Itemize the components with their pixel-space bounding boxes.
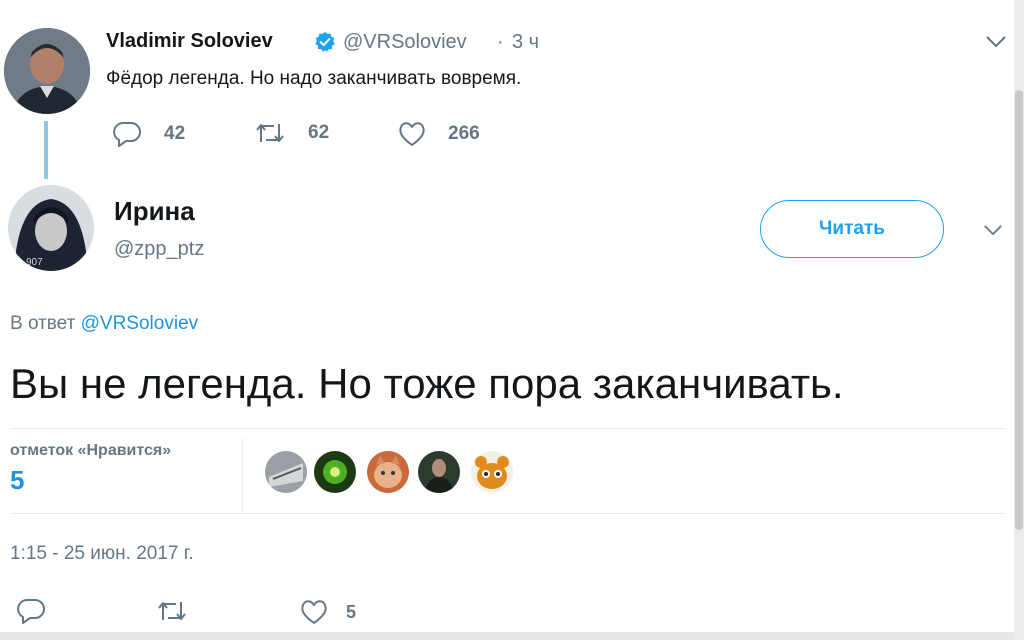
hooded-avatar-icon: 907 xyxy=(8,185,94,271)
reply-to-prefix: В ответ xyxy=(10,313,76,334)
reply-icon xyxy=(113,122,141,147)
parent-like-count: 266 xyxy=(448,123,480,144)
liker-avatar-1[interactable] xyxy=(265,451,307,493)
parent-retweet-count: 62 xyxy=(308,122,330,143)
follow-button[interactable]: Читать xyxy=(760,200,944,258)
divider-top xyxy=(10,428,1006,429)
reply-author-handle[interactable]: @zpp_ptz xyxy=(114,238,204,261)
parent-reply-action[interactable]: 42 xyxy=(112,121,185,147)
reply-chevron-down-icon[interactable] xyxy=(983,224,1003,242)
reply-reply-action[interactable] xyxy=(16,598,68,624)
svg-text:907: 907 xyxy=(26,257,43,268)
reply-like-count: 5 xyxy=(346,601,357,622)
reply-timestamp[interactable]: 1:15 - 25 июн. 2017 г. xyxy=(10,543,194,565)
avatar-silhouette-icon xyxy=(4,28,90,114)
thread-connector-line xyxy=(44,121,48,179)
reply-author-avatar[interactable]: 907 xyxy=(8,185,94,271)
reply-retweet-action[interactable] xyxy=(156,599,210,623)
retweet-icon xyxy=(158,602,186,620)
vertical-scrollbar-thumb[interactable] xyxy=(1015,90,1023,530)
liker-avatar-4[interactable] xyxy=(418,451,460,493)
divider-middle xyxy=(10,513,1006,514)
likes-stat-count: 5 xyxy=(10,465,25,495)
parent-like-action[interactable]: 266 xyxy=(398,121,480,147)
parent-author-avatar[interactable] xyxy=(4,28,90,114)
retweet-icon xyxy=(256,124,284,142)
like-icon xyxy=(399,122,425,146)
verified-badge-icon xyxy=(314,31,336,58)
reply-author-name[interactable]: Ирина xyxy=(114,196,195,227)
liker-avatar-5[interactable] xyxy=(471,451,513,493)
parent-tweet-text: Фёдор легенда. Но надо заканчивать вовре… xyxy=(106,68,522,89)
parent-reply-count: 42 xyxy=(164,123,186,144)
parent-retweet-action[interactable]: 62 xyxy=(254,121,329,145)
parent-tweet-time[interactable]: 3 ч xyxy=(512,31,539,54)
reply-to-handle-link[interactable]: @VRSoloviev xyxy=(81,313,199,334)
vertical-scrollbar[interactable] xyxy=(1014,0,1024,640)
stats-vertical-divider xyxy=(242,438,243,512)
horizontal-scrollbar[interactable] xyxy=(0,632,1014,640)
reply-icon xyxy=(17,599,45,624)
liker-avatar-3[interactable] xyxy=(367,451,409,493)
parent-author-name[interactable]: Vladimir Soloviev xyxy=(106,30,273,53)
like-icon xyxy=(301,600,327,624)
likes-stat[interactable]: отметок «Нравится» 5 xyxy=(10,442,171,496)
reply-tweet-text: Вы не легенда. Но тоже пора заканчивать. xyxy=(10,360,844,407)
likes-stat-label: отметок «Нравится» xyxy=(10,442,172,459)
liker-avatar-2[interactable] xyxy=(314,451,356,493)
reply-to-line: В ответ @VRSoloviev xyxy=(10,313,198,335)
reply-like-action[interactable]: 5 xyxy=(300,599,356,625)
parent-chevron-down-icon[interactable] xyxy=(985,35,1007,54)
parent-time-separator: · xyxy=(497,31,504,53)
parent-author-handle[interactable]: @VRSoloviev xyxy=(343,31,467,54)
